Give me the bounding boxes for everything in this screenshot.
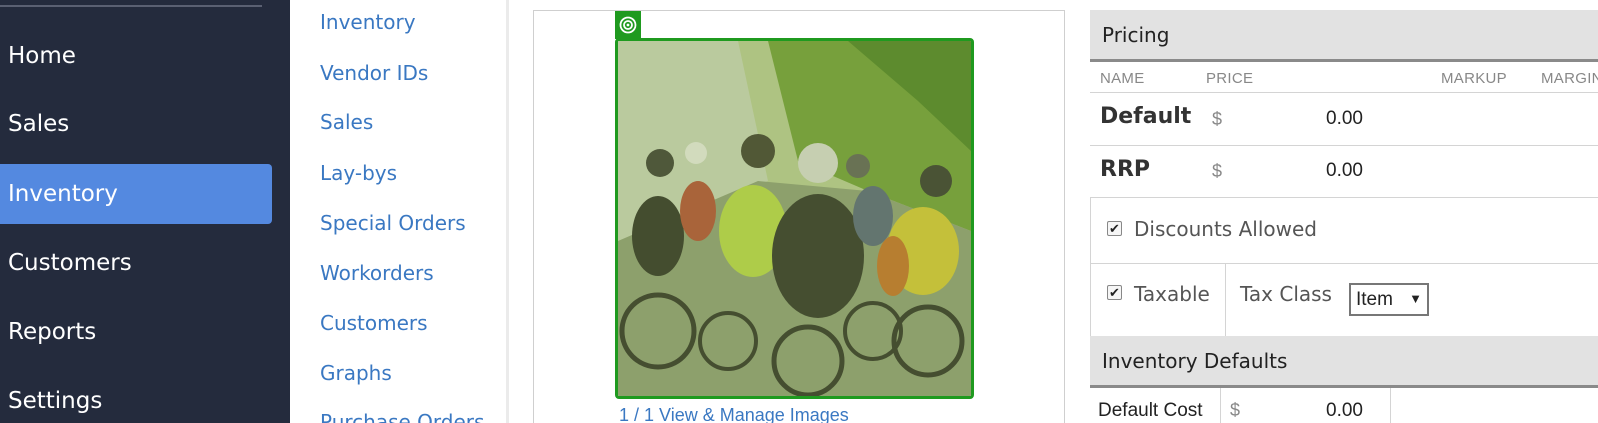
currency-symbol: $ bbox=[1212, 161, 1223, 181]
nav-item-label: Inventory bbox=[8, 181, 118, 207]
inventory-subnav: Inventory Vendor IDs Sales Lay-bys Speci… bbox=[290, 0, 508, 423]
subnav-divider bbox=[506, 0, 509, 423]
currency-symbol: $ bbox=[1212, 109, 1223, 129]
nav-item-label: Reports bbox=[8, 319, 97, 345]
nav-item-inventory[interactable]: Inventory bbox=[0, 164, 272, 224]
taxable-checkbox[interactable]: ✔ bbox=[1107, 285, 1122, 300]
taxable-label: Taxable bbox=[1134, 282, 1210, 306]
subnav-lay-bys[interactable]: Lay-bys bbox=[320, 161, 397, 185]
subnav-vendor-ids[interactable]: Vendor IDs bbox=[320, 61, 428, 85]
subnav-workorders[interactable]: Workorders bbox=[320, 261, 434, 285]
discounts-label: Discounts Allowed bbox=[1134, 217, 1317, 241]
cell-divider bbox=[1390, 388, 1391, 423]
image-links[interactable]: 1 / 1 View & Manage Images bbox=[619, 405, 849, 423]
col-markup: MARKUP bbox=[1441, 70, 1507, 87]
price-row-name: RRP bbox=[1100, 157, 1151, 182]
nav-item-sales[interactable]: Sales bbox=[0, 94, 272, 154]
nav-item-reports[interactable]: Reports bbox=[0, 302, 272, 362]
main-nav: Home Sales Inventory Customers Reports S… bbox=[0, 0, 290, 423]
default-cost-label: Default Cost bbox=[1098, 400, 1203, 421]
price-default-input[interactable]: 0.00 bbox=[1326, 108, 1363, 130]
row-divider bbox=[1090, 92, 1598, 93]
pricing-title: Pricing bbox=[1102, 22, 1170, 47]
subnav-graphs[interactable]: Graphs bbox=[320, 361, 392, 385]
subnav-customers[interactable]: Customers bbox=[320, 311, 428, 335]
box-border bbox=[1090, 197, 1091, 337]
inventory-defaults-header: Inventory Defaults bbox=[1090, 336, 1598, 388]
subnav-inventory[interactable]: Inventory bbox=[320, 10, 416, 34]
price-rrp-input[interactable]: 0.00 bbox=[1326, 160, 1363, 182]
subnav-purchase-orders[interactable]: Purchase Orders bbox=[320, 410, 484, 423]
inventory-defaults-title: Inventory Defaults bbox=[1102, 348, 1288, 373]
tax-class-value: Item bbox=[1356, 288, 1393, 310]
nav-item-home[interactable]: Home bbox=[0, 26, 272, 86]
nav-item-label: Customers bbox=[8, 250, 132, 276]
col-price: PRICE bbox=[1206, 70, 1254, 87]
nav-item-settings[interactable]: Settings bbox=[0, 371, 272, 423]
tax-class-label: Tax Class bbox=[1240, 282, 1332, 306]
pricing-panel: Pricing NAME PRICE MARKUP MARGIN Default… bbox=[1090, 10, 1598, 423]
item-photo[interactable] bbox=[615, 38, 974, 399]
cell-divider bbox=[1220, 388, 1221, 423]
nav-item-label: Sales bbox=[8, 111, 70, 137]
currency-symbol: $ bbox=[1230, 400, 1241, 420]
pricing-header: Pricing bbox=[1090, 10, 1598, 62]
subnav-sales[interactable]: Sales bbox=[320, 110, 373, 134]
col-margin: MARGIN bbox=[1541, 70, 1598, 87]
price-row-name: Default bbox=[1100, 104, 1192, 129]
col-name: NAME bbox=[1100, 70, 1145, 87]
default-cost-input[interactable]: 0.00 bbox=[1326, 400, 1363, 422]
discounts-checkbox[interactable]: ✔ bbox=[1107, 221, 1122, 236]
chevron-down-icon: ▼ bbox=[1409, 291, 1422, 306]
row-divider bbox=[1090, 263, 1598, 264]
nav-item-label: Home bbox=[8, 43, 76, 69]
nav-divider bbox=[0, 5, 262, 7]
photo-cyclists bbox=[618, 41, 971, 396]
subnav-special-orders[interactable]: Special Orders bbox=[320, 211, 466, 235]
row-divider bbox=[1090, 145, 1598, 146]
cell-divider bbox=[1225, 263, 1226, 336]
nav-item-label: Settings bbox=[8, 388, 103, 414]
row-divider bbox=[1090, 197, 1598, 198]
nav-item-customers[interactable]: Customers bbox=[0, 233, 272, 293]
tax-class-select[interactable]: Item ▼ bbox=[1349, 283, 1429, 316]
target-icon[interactable] bbox=[615, 11, 641, 39]
item-image-panel: 1 / 1 View & Manage Images bbox=[533, 10, 1065, 423]
